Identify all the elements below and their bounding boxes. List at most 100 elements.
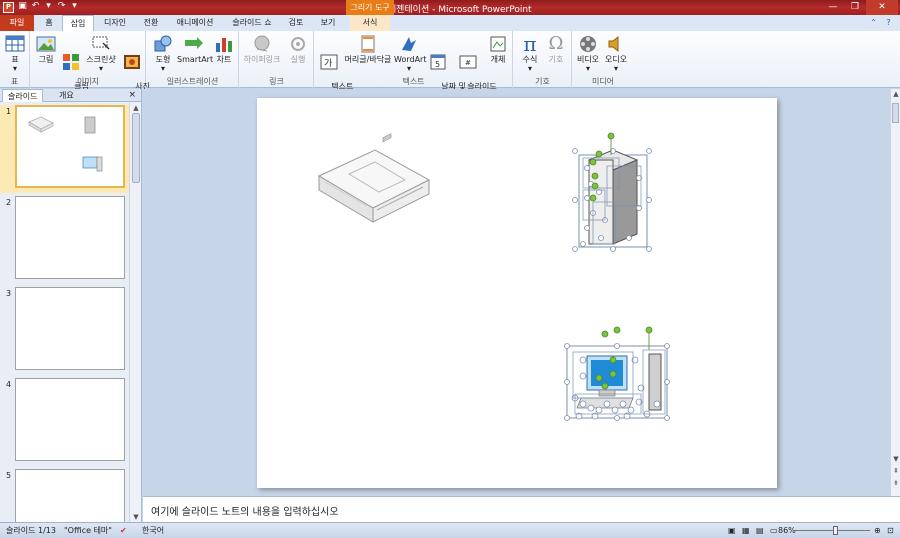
slide-thumbnail[interactable]: 5 [0,469,130,522]
slide-thumbnail-pane: 슬라이드 개요 × 1 2 3 4 5 ▲ ▼ [0,89,142,522]
header-footer-button[interactable]: 머리글/바닥글 [344,34,392,64]
slide-thumbnail[interactable]: 3 [0,287,130,375]
svg-text:가: 가 [324,58,332,69]
computer-workstation-shape-group[interactable] [564,326,670,421]
ribbon-tabs: 파일 홈 삽입 디자인 전환 애니메이션 슬라이드 쇼 검토 보기 서식 ⌃ ? [0,15,900,31]
maximize-icon[interactable]: ❐ [844,0,866,15]
audio-button[interactable]: 오디오 ▾ [603,34,629,73]
previous-slide-icon[interactable]: ⇞ [891,466,900,476]
server-tower-shape-group[interactable] [572,132,652,252]
wordart-button[interactable]: WordArt ▾ [394,34,426,73]
slide-content [317,132,670,421]
slide-number-icon: # [459,55,477,69]
tab-insert[interactable]: 삽입 [62,15,94,31]
equation-button[interactable]: π 수식 ▾ [518,34,542,73]
tab-format[interactable]: 서식 [350,15,390,31]
group-media: 비디오 ▾ 오디오 ▾ 미디어 [573,31,633,88]
video-button[interactable]: 비디오 ▾ [575,34,601,73]
group-symbols: π 수식 ▾ Ω 기호 기호 [514,31,572,88]
slide-canvas[interactable] [257,98,777,488]
photo-album-icon [124,55,140,69]
group-table: 표 ▾ 표 [0,31,30,88]
smartart-button[interactable]: SmartArt [177,34,213,64]
tab-transitions[interactable]: 전환 [138,15,164,31]
slide-count-status: 슬라이드 1/13 [6,526,56,535]
network-device-image[interactable] [317,133,431,223]
language-status[interactable]: 한국어 [142,523,164,538]
close-pane-icon[interactable]: × [128,89,136,102]
minimize-icon[interactable]: — [822,0,844,15]
tab-review[interactable]: 검토 [283,15,309,31]
table-button[interactable]: 표 ▾ [3,34,27,73]
slide-sorter-icon[interactable]: ▦ [742,523,750,538]
slide-thumbnail[interactable]: 2 [0,196,130,284]
clipart-icon [63,54,79,70]
screenshot-icon [92,36,110,50]
smartart-icon [185,37,203,49]
film-reel-icon [580,36,596,52]
slide-1-preview [28,116,103,172]
title-bar: P ▣ ↶ ▾ ↷ ▾ 새 프레젠테이션 - Microsoft PowerPo… [0,0,900,15]
scroll-up-icon[interactable]: ▲ [891,89,900,99]
scroll-thumb[interactable] [892,103,899,123]
table-icon [5,35,25,52]
close-icon[interactable]: ✕ [866,0,898,15]
slide-thumbnail[interactable]: 4 [0,378,130,466]
notes-pane[interactable]: 여기에 슬라이드 노트의 내용을 입력하십시오 [143,496,900,522]
scroll-thumb[interactable] [132,113,140,183]
action-button[interactable]: 실행 [286,34,310,64]
theme-status[interactable]: "Office 테마" [64,523,112,538]
scroll-down-icon[interactable]: ▼ [130,512,142,522]
group-links: 하이퍼링크 실행 링크 [240,31,314,88]
tab-slideshow[interactable]: 슬라이드 쇼 [226,15,278,31]
svg-text:5: 5 [435,60,440,69]
tab-slides[interactable]: 슬라이드 [2,89,44,102]
scroll-down-icon[interactable]: ▼ [891,454,900,464]
svg-text:#: # [465,59,471,67]
slide-thumbnail[interactable]: 1 [0,105,130,193]
window-title: 새 프레젠테이션 - Microsoft PowerPoint [368,5,532,15]
slide-editor-area [143,89,890,496]
next-slide-icon[interactable]: ⇟ [891,478,900,488]
editor-vertical-scrollbar[interactable]: ▲ ▼ ⇞ ⇟ [890,89,900,496]
group-images: 그림 클립 아트 스크린샷▾ 사진 앨범 이미지 [31,31,150,100]
hyperlink-icon [254,35,270,52]
shapes-button[interactable]: 도형 ▾ [152,34,174,73]
zoom-level[interactable]: 86% [778,523,796,538]
symbol-button[interactable]: Ω 기호 [544,33,568,65]
zoom-slider-handle[interactable] [833,526,838,535]
spellcheck-icon[interactable]: ✔ [120,523,127,538]
group-illustrations: 도형 ▾ SmartArt 차트 일러스트레이션 [147,31,239,88]
chart-icon [216,38,232,52]
tab-animations[interactable]: 애니메이션 [170,15,220,31]
pi-icon: π [523,32,537,56]
zoom-in-icon[interactable]: ⊕ [874,523,881,538]
screenshot-button[interactable]: 스크린샷 ▾ [85,34,117,73]
minimize-ribbon-icon[interactable]: ⌃ [868,17,879,28]
picture-button[interactable]: 그림 [35,34,57,64]
notes-placeholder: 여기에 슬라이드 노트의 내용을 입력하십시오 [151,507,339,518]
wordart-icon [402,37,416,51]
pane-tabs: 슬라이드 개요 × [0,89,141,102]
textbox-icon: 가 [320,54,338,70]
normal-view-icon[interactable]: ▣ [728,523,736,538]
fit-to-window-icon[interactable]: ⊡ [887,523,894,538]
hyperlink-button[interactable]: 하이퍼링크 [242,34,282,64]
shapes-icon [154,35,172,52]
omega-icon: Ω [548,33,564,54]
thumbnail-scrollbar[interactable]: ▲ ▼ [129,103,141,522]
object-icon [490,36,506,52]
scroll-up-icon[interactable]: ▲ [130,103,142,113]
tab-outline[interactable]: 개요 [54,89,79,102]
help-icon[interactable]: ? [883,17,894,28]
tab-view[interactable]: 보기 [315,15,341,31]
tab-design[interactable]: 디자인 [98,15,132,31]
slideshow-view-icon[interactable]: ▭ [770,523,778,538]
chart-button[interactable]: 차트 [213,34,235,64]
object-button[interactable]: 개체 [486,34,510,64]
reading-view-icon[interactable]: ▤ [756,523,764,538]
tab-file[interactable]: 파일 [0,15,34,31]
window-controls: — ❐ ✕ [822,0,898,15]
tab-home[interactable]: 홈 [38,15,60,31]
speaker-icon [608,35,619,53]
